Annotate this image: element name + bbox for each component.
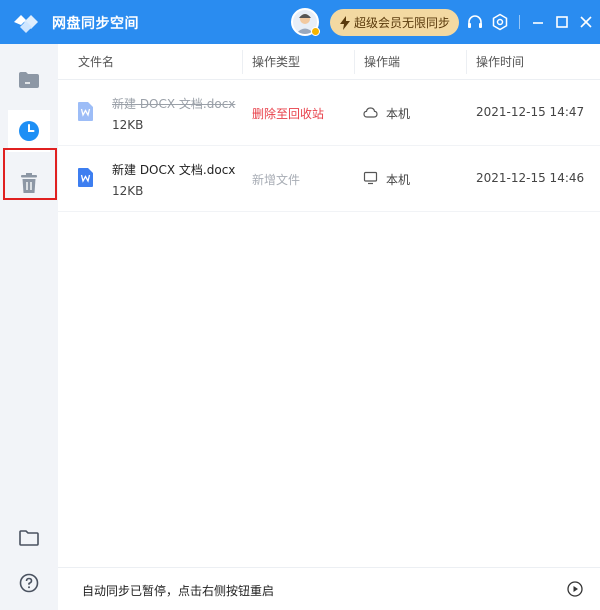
app-window: 网盘同步空间 超级会员无限同步 文件名 操作类型 操作端 操作时间 新建 DOC…: [0, 0, 600, 610]
word-file-icon: [78, 168, 93, 187]
sidebar-item-trash[interactable]: [8, 162, 50, 204]
device-name: 本机: [386, 107, 411, 121]
monitor-icon: [363, 171, 378, 185]
op-type: 新增文件: [252, 173, 301, 187]
op-time: 2021-12-15 14:47: [476, 105, 585, 119]
file-size: 12KB: [112, 118, 144, 132]
status-bar: 自动同步已暂停，点击右侧按钮重启: [58, 567, 600, 610]
op-time: 2021-12-15 14:46: [476, 171, 585, 185]
clock-icon: [19, 121, 39, 141]
cloud-icon: [363, 107, 378, 118]
word-file-icon: [78, 102, 93, 121]
minimize-icon[interactable]: [529, 13, 547, 31]
table-row[interactable]: 新建 DOCX 文档.docx 12KB 删除至回收站 本机 2021-12-1…: [58, 80, 600, 146]
header-op-type[interactable]: 操作类型: [252, 44, 300, 80]
vip-badge-icon: [311, 27, 320, 36]
main-panel: 文件名 操作类型 操作端 操作时间 新建 DOCX 文档.docx 12KB 删…: [58, 44, 600, 610]
close-icon[interactable]: [577, 13, 595, 31]
settings-icon[interactable]: [491, 13, 509, 31]
trash-icon: [21, 173, 37, 193]
header-time[interactable]: 操作时间: [476, 44, 524, 80]
lightning-icon: [340, 15, 350, 30]
sidebar-item-history[interactable]: [8, 110, 50, 152]
table-header: 文件名 操作类型 操作端 操作时间: [58, 44, 600, 80]
table-row[interactable]: 新建 DOCX 文档.docx 12KB 新增文件 本机 2021-12-15 …: [58, 146, 600, 212]
sidebar-item-files[interactable]: [8, 59, 50, 101]
header-divider: [466, 50, 467, 74]
header-divider: [354, 50, 355, 74]
maximize-icon[interactable]: [553, 13, 571, 31]
sidebar: [0, 44, 58, 610]
headset-icon[interactable]: [466, 13, 484, 31]
folder-icon: [19, 72, 39, 88]
vip-upgrade-button[interactable]: 超级会员无限同步: [330, 9, 459, 36]
op-type: 删除至回收站: [252, 107, 325, 121]
sidebar-open-folder[interactable]: [8, 517, 50, 559]
sidebar-help[interactable]: [8, 562, 50, 604]
file-name: 新建 DOCX 文档.docx: [112, 163, 236, 177]
sync-status-text: 自动同步已暂停，点击右侧按钮重启: [82, 584, 275, 598]
resume-sync-button[interactable]: [567, 581, 583, 597]
device-name: 本机: [386, 173, 411, 187]
file-name: 新建 DOCX 文档.docx: [112, 97, 236, 111]
logo-icon: [14, 15, 38, 33]
open-folder-icon: [19, 530, 39, 546]
help-icon: [19, 573, 39, 593]
header-divider: [242, 50, 243, 74]
header-file-name[interactable]: 文件名: [78, 44, 114, 80]
file-size: 12KB: [112, 184, 144, 198]
app-title: 网盘同步空间: [52, 16, 139, 32]
header-device[interactable]: 操作端: [364, 44, 400, 80]
vip-label: 超级会员无限同步: [354, 16, 451, 30]
title-bar: 网盘同步空间 超级会员无限同步: [0, 0, 600, 44]
titlebar-divider: [519, 15, 520, 29]
